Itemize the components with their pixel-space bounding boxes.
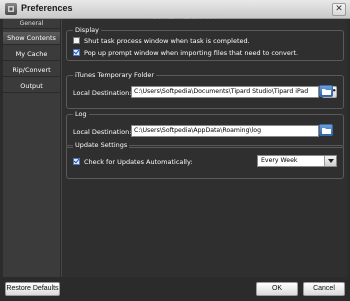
update-frequency-select[interactable]: Every Week: [257, 155, 337, 167]
log-destination-input[interactable]: C:\Users\Softpedia\AppData\Roaming\log: [131, 125, 319, 137]
close-button[interactable]: ✕: [332, 3, 346, 16]
popup-prompt-label: Pop up prompt window when importing file…: [84, 48, 299, 57]
ok-button[interactable]: OK: [256, 282, 298, 296]
itunes-folder-group: iTunes Temporary Folder Local Destinatio…: [66, 71, 344, 109]
title-bar: Preferences SOFTPEDIA ✕: [0, 0, 350, 25]
update-frequency-value: Every Week: [261, 157, 298, 164]
sidebar-item-rip-convert[interactable]: Rip/Convert: [3, 64, 60, 77]
display-group-title: Display: [73, 26, 101, 34]
auto-update-label: Check for Updates Automatically:: [84, 157, 193, 166]
log-group-title: Log: [73, 110, 89, 118]
restore-defaults-button[interactable]: Restore Defaults: [5, 282, 60, 296]
shut-task-label: Shut task process window when task is co…: [84, 36, 250, 45]
itunes-group-title: iTunes Temporary Folder: [73, 71, 157, 79]
auto-update-option[interactable]: Check for Updates Automatically:: [73, 157, 193, 166]
window-title: Preferences: [21, 3, 73, 13]
dialog-footer: Restore Defaults OK Cancel: [0, 277, 350, 301]
app-icon: [5, 3, 17, 15]
sidebar-item-general[interactable]: General: [3, 19, 60, 29]
update-group-title: Update Settings: [73, 141, 130, 149]
itunes-destination-label: Local Destination:: [73, 89, 132, 97]
update-settings-group: Update Settings Check for Updates Automa…: [66, 141, 344, 179]
chevron-down-icon[interactable]: [324, 156, 336, 166]
popup-prompt-checkbox[interactable]: [73, 49, 80, 56]
log-destination-label: Local Destination:: [73, 128, 132, 136]
log-open-folder-button[interactable]: [319, 124, 333, 136]
itunes-open-folder-button[interactable]: [319, 85, 333, 97]
folder-icon: [321, 89, 331, 95]
popup-prompt-option[interactable]: Pop up prompt window when importing file…: [73, 48, 298, 57]
cancel-button[interactable]: Cancel: [303, 282, 345, 296]
settings-panel: Display Shut task process window when ta…: [61, 19, 347, 277]
preferences-window: Preferences SOFTPEDIA ✕ General Show Con…: [0, 0, 350, 301]
folder-icon: [321, 128, 331, 134]
auto-update-checkbox[interactable]: [73, 158, 80, 165]
shut-task-option[interactable]: Shut task process window when task is co…: [73, 36, 250, 45]
sidebar: General Show Contents My Cache Rip/Conve…: [3, 19, 60, 277]
sidebar-item-my-cache[interactable]: My Cache: [3, 48, 60, 61]
shut-task-checkbox[interactable]: [73, 37, 80, 44]
sidebar-item-output[interactable]: Output: [3, 80, 60, 93]
itunes-destination-input[interactable]: C:\Users\Softpedia\Documents\Tipard Stud…: [131, 86, 319, 98]
display-group: Display Shut task process window when ta…: [66, 26, 344, 61]
sidebar-item-show-contents[interactable]: Show Contents: [3, 32, 60, 45]
